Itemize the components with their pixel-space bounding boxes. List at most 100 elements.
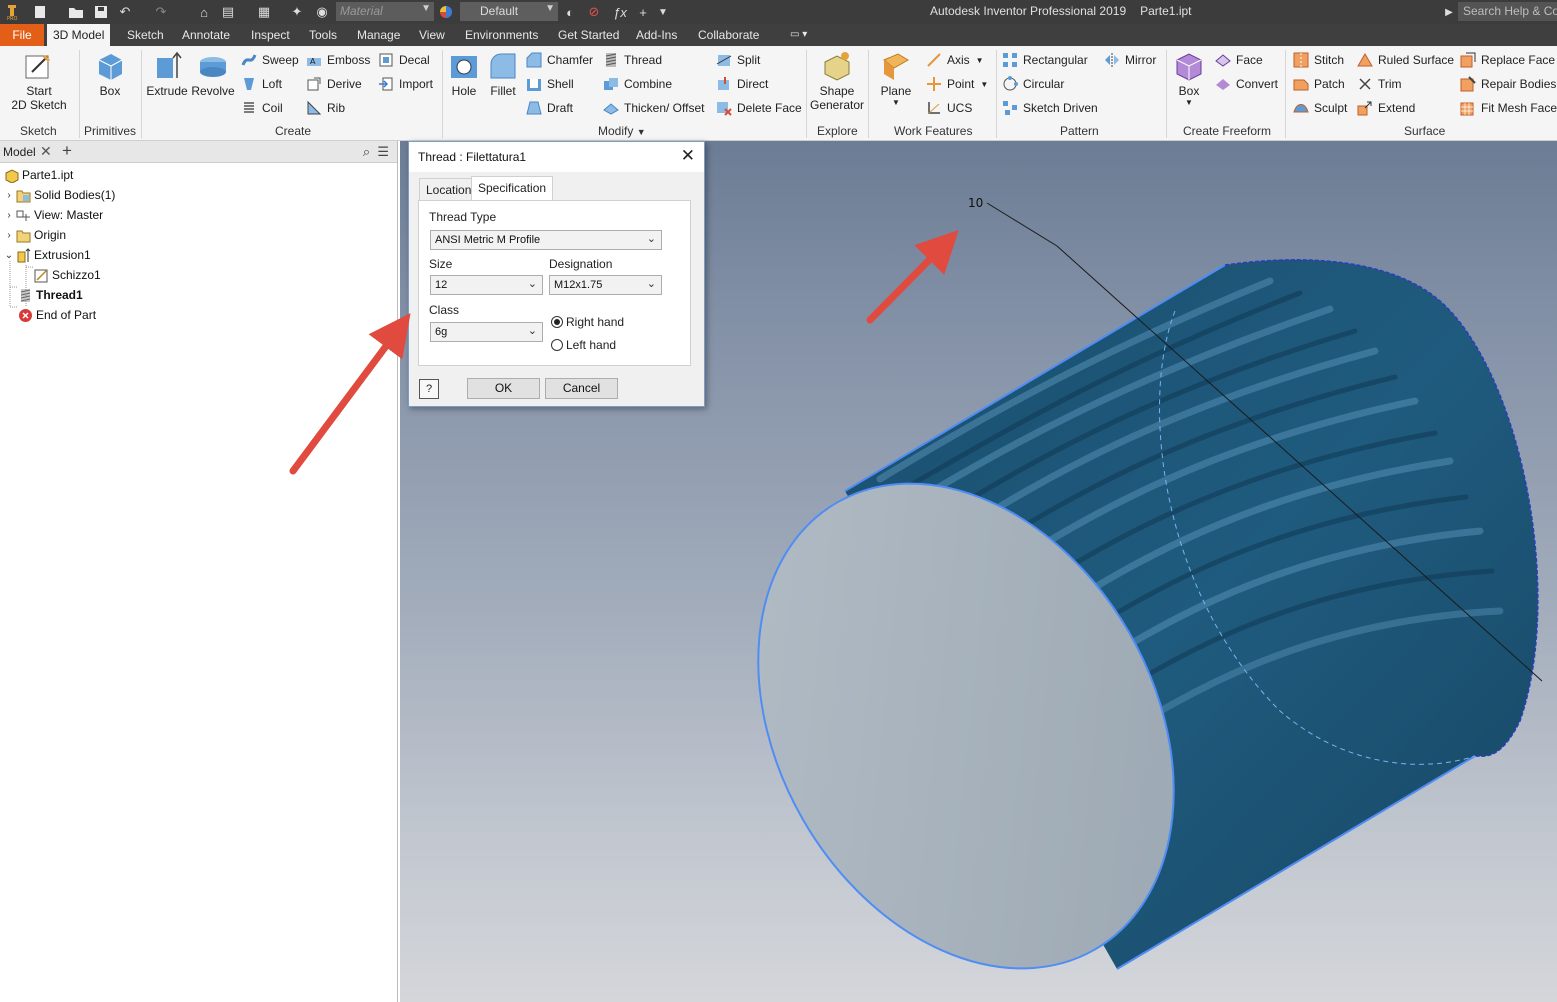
search-icon[interactable]: ⌕: [363, 144, 370, 159]
material-select[interactable]: Material ▼: [336, 2, 434, 21]
box-icon: [94, 50, 126, 82]
parameters-fx-icon[interactable]: ƒx: [612, 3, 628, 21]
tab-annotate[interactable]: Annotate: [176, 24, 236, 46]
tab-get-started[interactable]: Get Started: [552, 24, 625, 46]
redo-icon[interactable]: ↷: [152, 3, 170, 21]
customize-qat-icon[interactable]: ▼: [656, 3, 670, 21]
chamfer-button[interactable]: Chamfer: [526, 50, 593, 70]
plane-button[interactable]: Plane ▼: [874, 50, 918, 107]
tab-inspect[interactable]: Inspect: [245, 24, 296, 46]
save-icon[interactable]: [93, 3, 109, 21]
adjust-icon[interactable]: ◐: [562, 3, 578, 21]
expand-search-icon[interactable]: ▶: [1444, 3, 1454, 21]
tab-sketch[interactable]: Sketch: [121, 24, 170, 46]
appearance-select[interactable]: Default ▼: [460, 2, 558, 21]
dialog-title-bar[interactable]: Thread : Filettatura1 ✕: [409, 142, 704, 172]
group-modify-label[interactable]: Modify ▼: [598, 124, 646, 138]
tab-manage[interactable]: Manage: [351, 24, 406, 46]
left-hand-radio[interactable]: Left hand: [551, 338, 616, 352]
delete-face-button[interactable]: Delete Face: [716, 98, 802, 118]
add-browser-tab-icon[interactable]: +: [62, 141, 72, 161]
class-select[interactable]: 6g ⌄: [430, 322, 543, 342]
tab-environments[interactable]: Environments: [459, 24, 544, 46]
revolve-button[interactable]: Revolve: [190, 50, 236, 98]
chevron-down-icon: ▼: [421, 3, 431, 14]
coil-button[interactable]: Coil: [241, 98, 283, 118]
tab-collaborate[interactable]: Collaborate: [692, 24, 765, 46]
home-icon[interactable]: ⌂: [196, 3, 212, 21]
dimension-value[interactable]: 10: [968, 196, 983, 210]
search-help-input[interactable]: Search Help & Co: [1458, 2, 1557, 21]
plus-icon[interactable]: +: [636, 3, 650, 21]
decal-button[interactable]: Decal: [378, 50, 430, 70]
circular-pattern-button[interactable]: Circular: [1002, 74, 1064, 94]
designation-select[interactable]: M12x1.75 ⌄: [549, 275, 662, 295]
loft-button[interactable]: Loft: [241, 74, 282, 94]
freeform-face-button[interactable]: Face: [1215, 50, 1263, 70]
hole-button[interactable]: Hole: [446, 50, 482, 98]
patch-button[interactable]: Patch: [1293, 74, 1345, 94]
hole-label: Hole: [451, 84, 477, 98]
point-button[interactable]: Point ▼: [926, 74, 988, 94]
tab-specification[interactable]: Specification: [471, 176, 554, 201]
fillet-button[interactable]: Fillet: [484, 50, 522, 98]
repair-bodies-label: Repair Bodies: [1481, 77, 1557, 91]
size-select[interactable]: 12 ⌄: [430, 275, 543, 295]
rectangular-pattern-button[interactable]: Rectangular: [1002, 50, 1088, 70]
right-hand-radio[interactable]: Right hand: [551, 315, 624, 329]
start-2d-sketch-button[interactable]: Start 2D Sketch: [8, 50, 70, 112]
ok-button[interactable]: OK: [467, 378, 540, 399]
menu-icon[interactable]: ☰: [377, 144, 389, 159]
mirror-button[interactable]: Mirror: [1104, 50, 1156, 70]
sketch-driven-pattern-button[interactable]: Sketch Driven: [1002, 98, 1098, 118]
tab-tools[interactable]: Tools: [303, 24, 343, 46]
shape-generator-button[interactable]: Shape Generator: [810, 50, 864, 112]
shell-button[interactable]: Shell: [526, 74, 574, 94]
ribbon-options-icon[interactable]: ▭ ▾: [784, 24, 813, 46]
thread-type-select[interactable]: ANSI Metric M Profile ⌄: [430, 230, 662, 250]
clear-appearance-icon[interactable]: ⊘: [586, 3, 602, 21]
ruled-surface-button[interactable]: Ruled Surface: [1357, 50, 1454, 70]
open-file-icon[interactable]: [68, 3, 84, 21]
split-button[interactable]: Split: [716, 50, 760, 70]
convert-button[interactable]: Convert: [1215, 74, 1278, 94]
sweep-button[interactable]: Sweep: [241, 50, 299, 70]
tab-view[interactable]: View: [413, 24, 451, 46]
direct-button[interactable]: Direct: [716, 74, 768, 94]
undo-icon[interactable]: ↶: [116, 3, 134, 21]
tab-file[interactable]: File: [0, 24, 44, 46]
derive-button[interactable]: Derive: [306, 74, 362, 94]
cancel-button[interactable]: Cancel: [545, 378, 618, 399]
tab-add-ins[interactable]: Add-Ins: [630, 24, 683, 46]
box-primitive-button[interactable]: Box: [88, 50, 132, 98]
tab-location[interactable]: Location: [419, 178, 479, 200]
extend-button[interactable]: Extend: [1357, 98, 1415, 118]
help-button[interactable]: ?: [419, 379, 439, 399]
axis-button[interactable]: Axis ▼: [926, 50, 984, 70]
chevron-down-icon: ▼: [892, 98, 900, 107]
select-filter-icon[interactable]: ▦: [256, 3, 272, 21]
thread-button[interactable]: Thread: [603, 50, 662, 70]
fit-mesh-face-button[interactable]: Fit Mesh Face: [1460, 98, 1557, 118]
combine-button[interactable]: Combine: [603, 74, 672, 94]
app-logo-icon[interactable]: PRO: [4, 3, 20, 21]
update-icon[interactable]: ▤: [220, 3, 236, 21]
draft-button[interactable]: Draft: [526, 98, 573, 118]
emboss-button[interactable]: A Emboss: [306, 50, 370, 70]
repair-bodies-button[interactable]: Repair Bodies: [1460, 74, 1556, 94]
tab-3d-model[interactable]: 3D Model: [47, 24, 111, 46]
stitch-button[interactable]: Stitch: [1293, 50, 1344, 70]
trim-button[interactable]: Trim: [1357, 74, 1402, 94]
ucs-button[interactable]: UCS: [926, 98, 972, 118]
extrude-button[interactable]: Extrude: [146, 50, 188, 98]
import-button[interactable]: Import: [378, 74, 433, 94]
close-icon[interactable]: ✕: [681, 146, 695, 166]
sculpt-button[interactable]: Sculpt: [1293, 98, 1347, 118]
replace-face-button[interactable]: Replace Face: [1460, 50, 1555, 70]
new-file-icon[interactable]: [32, 3, 48, 21]
thicken-offset-button[interactable]: Thicken/ Offset: [603, 98, 704, 118]
measure-icon[interactable]: ✦: [290, 3, 304, 21]
rib-button[interactable]: Rib: [306, 98, 345, 118]
global-icon[interactable]: ◉: [314, 3, 330, 21]
freeform-box-button[interactable]: Box ▼: [1170, 50, 1208, 107]
